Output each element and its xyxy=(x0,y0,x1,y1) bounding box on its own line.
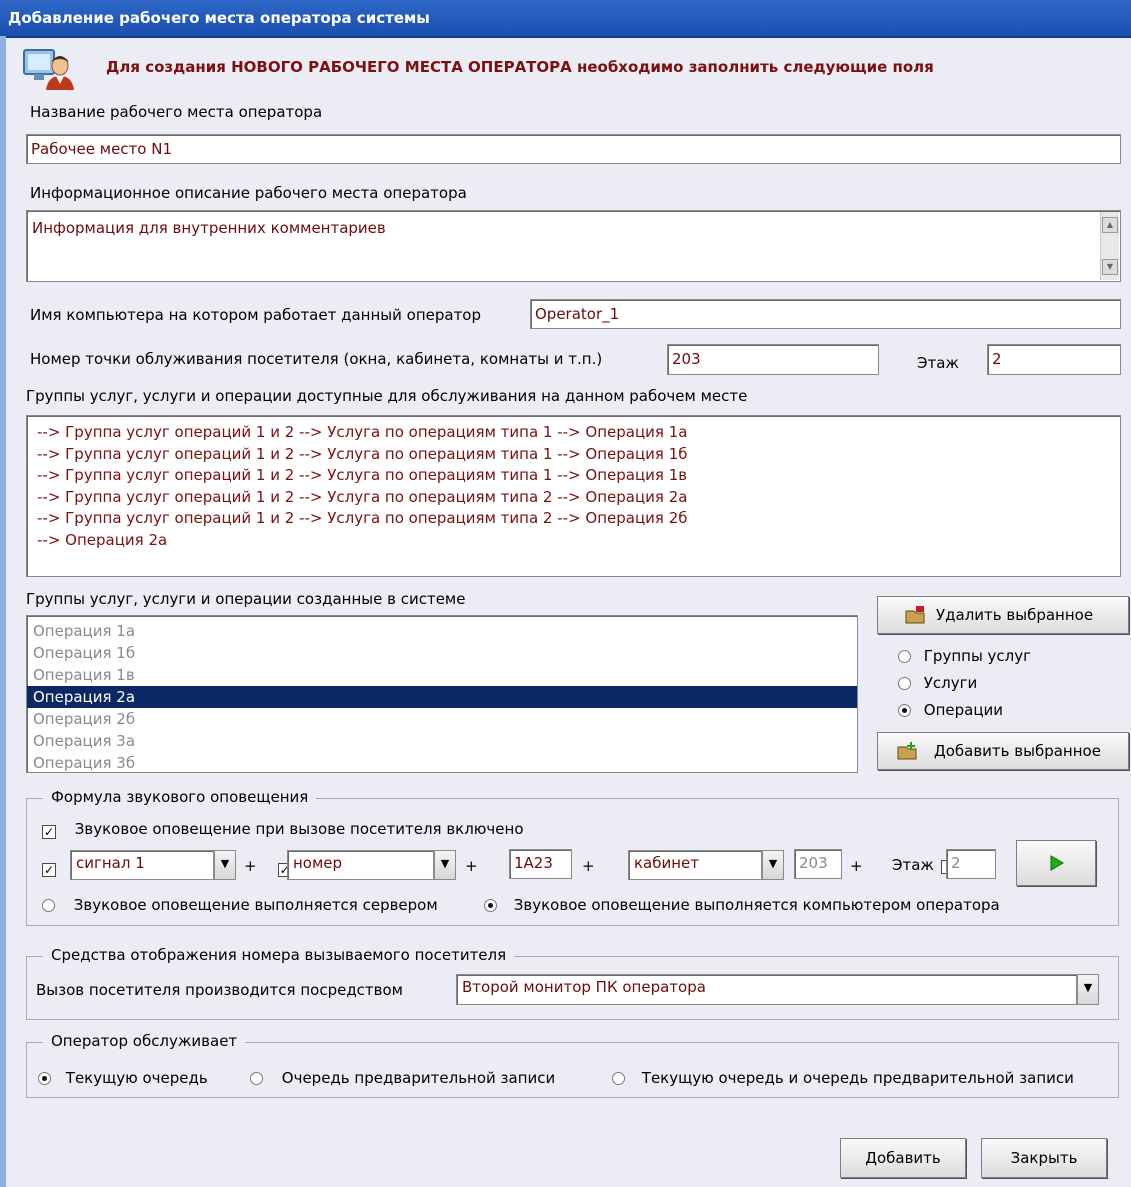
serves-both-label: Текущую очередь и очередь предварительно… xyxy=(641,1069,1074,1087)
radio-operator-button[interactable] xyxy=(484,899,497,912)
name-label: Название рабочего места оператора xyxy=(30,103,323,121)
computer-label: Имя компьютера на котором работает данны… xyxy=(30,306,482,324)
radio-groups[interactable]: Группы услуг xyxy=(898,647,1031,665)
window-left-border xyxy=(0,36,6,1187)
list-item[interactable]: --> Группа услуг операций 1 и 2 --> Услу… xyxy=(37,422,688,444)
sound-enabled-label: Звуковое оповещение при вызове посетител… xyxy=(74,820,524,838)
list-item-selected[interactable]: Операция 2а xyxy=(27,686,857,708)
title-bar: Добавление рабочего места оператора сист… xyxy=(0,0,1131,38)
radio-server[interactable]: Звуковое оповещение выполняется сервером xyxy=(42,896,438,914)
sound-enabled-checkbox[interactable]: ✓ xyxy=(42,825,56,839)
radio-services-button[interactable] xyxy=(898,677,911,690)
close-button[interactable]: Закрыть xyxy=(981,1138,1107,1178)
code-input[interactable]: 1А23 xyxy=(509,849,572,879)
radio-groups-button[interactable] xyxy=(898,650,911,663)
add-icon xyxy=(896,741,918,765)
sound-floor-label: Этаж xyxy=(892,856,934,874)
chevron-down-icon[interactable]: ▼ xyxy=(1077,974,1099,1005)
sound-group-title: Формула звукового оповещения xyxy=(43,788,317,806)
serves-current-label: Текущую очередь xyxy=(65,1069,208,1087)
radio-services[interactable]: Услуги xyxy=(898,674,977,692)
floor-label: Этаж xyxy=(917,354,959,372)
name-input[interactable]: Рабочее место N1 xyxy=(26,134,1121,164)
plus-sign: + xyxy=(244,857,257,875)
delete-selected-label: Удалить выбранное xyxy=(936,606,1094,624)
radio-operator[interactable]: Звуковое оповещение выполняется компьюте… xyxy=(484,896,1000,914)
system-list-label: Группы услуг, услуги и операции созданны… xyxy=(26,590,466,608)
radio-server-button[interactable] xyxy=(42,899,55,912)
plus-sign: + xyxy=(582,857,595,875)
list-item[interactable]: Операция 1а xyxy=(27,620,857,642)
combo1-checkbox[interactable]: ✓ xyxy=(42,863,56,877)
floor-input[interactable]: 2 xyxy=(987,344,1121,375)
display-combo[interactable]: Второй монитор ПК оператора ▼ xyxy=(456,974,1099,1005)
description-text: Информация для внутренних комментариев xyxy=(32,219,386,237)
signal-combo-value: сигнал 1 xyxy=(70,850,214,880)
add-button[interactable]: Добавить xyxy=(840,1138,966,1178)
radio-operations-label: Операции xyxy=(923,701,1004,719)
cabinet-number-input[interactable]: 203 xyxy=(794,849,842,879)
list-item[interactable]: Операция 2б xyxy=(27,708,857,730)
serves-group-title: Оператор обслуживает xyxy=(43,1032,246,1050)
play-button[interactable] xyxy=(1016,840,1096,886)
description-label: Информационное описание рабочего места о… xyxy=(30,184,467,202)
window-title: Добавление рабочего места оператора сист… xyxy=(8,9,430,27)
list-item[interactable]: --> Операция 2а xyxy=(37,530,688,552)
radio-groups-label: Группы услуг xyxy=(923,647,1032,665)
available-list[interactable]: --> Группа услуг операций 1 и 2 --> Услу… xyxy=(26,415,1121,577)
add-selected-button[interactable]: Добавить выбранное xyxy=(877,732,1129,770)
scroll-down-icon[interactable]: ▼ xyxy=(1102,259,1118,275)
sound-enabled[interactable]: ✓ Звуковое оповещение при вызове посетит… xyxy=(42,820,524,839)
service-point-input[interactable]: 203 xyxy=(667,344,879,375)
display-label: Вызов посетителя производится посредство… xyxy=(36,981,404,999)
radio-services-label: Услуги xyxy=(923,674,978,692)
service-point-label: Номер точки облуживания посетителя (окна… xyxy=(30,350,603,368)
serves-prebooked-label: Очередь предварительной записи xyxy=(281,1069,556,1087)
delete-selected-button[interactable]: Удалить выбранное xyxy=(877,596,1129,634)
radio-server-label: Звуковое оповещение выполняется сервером xyxy=(73,896,438,914)
serves-current-radio[interactable] xyxy=(38,1072,51,1085)
serves-both-radio[interactable] xyxy=(612,1072,625,1085)
delete-icon xyxy=(904,605,926,629)
cabinet-combo-value: кабинет xyxy=(628,850,762,880)
system-list[interactable]: Операция 1а Операция 1б Операция 1в Опер… xyxy=(26,615,858,773)
chevron-down-icon[interactable]: ▼ xyxy=(214,850,236,880)
computer-input[interactable]: Operator_1 xyxy=(530,299,1121,329)
operator-workstation-icon xyxy=(22,48,74,90)
display-group-title: Средства отображения номера вызываемого … xyxy=(43,946,515,964)
number-combo-value: номер xyxy=(287,850,434,880)
plus-sign: + xyxy=(850,857,863,875)
serves-prebooked-radio[interactable] xyxy=(250,1072,263,1085)
list-item[interactable]: Операция 3а xyxy=(27,730,857,752)
cabinet-combo[interactable]: кабинет ▼ xyxy=(628,850,784,880)
display-combo-value: Второй монитор ПК оператора xyxy=(456,974,1077,1005)
radio-operations[interactable]: Операции xyxy=(898,701,1003,719)
signal-combo[interactable]: сигнал 1 ▼ xyxy=(70,850,236,880)
radio-operator-label: Звуковое оповещение выполняется компьюте… xyxy=(513,896,1000,914)
header-note: Для создания НОВОГО РАБОЧЕГО МЕСТА ОПЕРА… xyxy=(106,58,934,76)
add-selected-label: Добавить выбранное xyxy=(934,742,1101,760)
plus-sign: + xyxy=(465,857,478,875)
list-item[interactable]: Операция 3б xyxy=(27,752,857,772)
list-item[interactable]: --> Группа услуг операций 1 и 2 --> Услу… xyxy=(37,465,688,487)
chevron-down-icon[interactable]: ▼ xyxy=(434,850,456,880)
play-icon xyxy=(1050,855,1064,875)
list-item[interactable]: Операция 1б xyxy=(27,642,857,664)
list-item[interactable]: --> Группа услуг операций 1 и 2 --> Услу… xyxy=(37,444,688,466)
chevron-down-icon[interactable]: ▼ xyxy=(762,850,784,880)
list-item[interactable]: --> Группа услуг операций 1 и 2 --> Услу… xyxy=(37,508,688,530)
radio-operations-button[interactable] xyxy=(898,704,911,717)
available-list-label: Группы услуг, услуги и операции доступны… xyxy=(26,387,748,405)
sound-floor-input[interactable]: 2 xyxy=(946,849,996,879)
description-textarea[interactable]: Информация для внутренних комментариев ▲… xyxy=(26,210,1121,282)
list-item[interactable]: Операция 1в xyxy=(27,664,857,686)
serves-option-both[interactable]: Текущую очередь и очередь предварительно… xyxy=(612,1069,1074,1087)
list-item[interactable]: --> Группа услуг операций 1 и 2 --> Услу… xyxy=(37,487,688,509)
serves-option-prebooked[interactable]: Очередь предварительной записи xyxy=(250,1069,555,1087)
serves-option-current[interactable]: Текущую очередь xyxy=(38,1069,208,1087)
description-scrollbar[interactable]: ▲ ▼ xyxy=(1100,212,1119,280)
scroll-up-icon[interactable]: ▲ xyxy=(1102,217,1118,233)
number-combo[interactable]: номер ▼ xyxy=(287,850,456,880)
